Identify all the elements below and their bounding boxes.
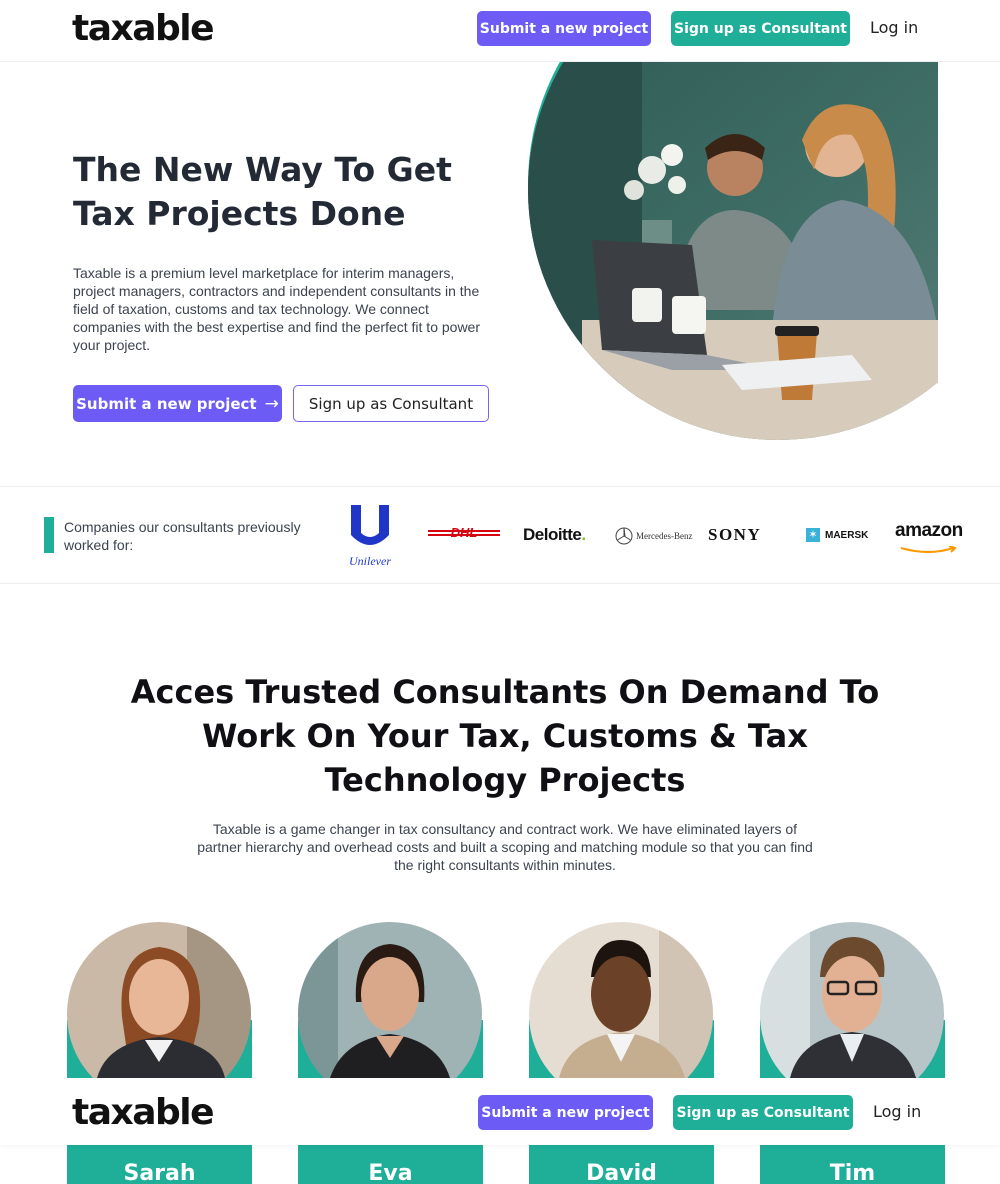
submit-project-button[interactable]: Submit a new project xyxy=(478,1095,653,1130)
maersk-logo: ✶ MAERSK xyxy=(806,528,868,542)
hero-title-line1: The New Way To Get xyxy=(73,150,452,189)
strip-accent-bar xyxy=(44,517,54,553)
hero-submit-label: Submit a new project xyxy=(76,394,257,413)
mercedes-star-icon xyxy=(615,527,633,545)
section-title-line2: Work On Your Tax, Customs & Tax xyxy=(202,717,808,755)
submit-project-button[interactable]: Submit a new project xyxy=(477,11,651,46)
consultant-name: Tim xyxy=(760,1144,945,1184)
taxable-logo[interactable]: taxable xyxy=(72,1092,215,1133)
hero-signup-consultant-button[interactable]: Sign up as Consultant xyxy=(293,385,489,422)
companies-label: Companies our consultants previously wor… xyxy=(64,519,301,553)
mercedes-wordmark: Mercedes-Benz xyxy=(636,531,693,541)
signup-consultant-button[interactable]: Sign up as Consultant xyxy=(671,11,850,46)
section-title-line3: Technology Projects xyxy=(324,761,686,799)
consultant-photo xyxy=(529,922,714,1078)
hero-submit-project-button[interactable]: Submit a new project → xyxy=(73,385,282,422)
arrow-right-icon: → xyxy=(264,393,279,414)
consultant-name: David xyxy=(529,1144,714,1184)
consultant-name: Eva xyxy=(298,1144,483,1184)
consultant-name: Sarah xyxy=(67,1144,252,1184)
section-title-line1: Acces Trusted Consultants On Demand To xyxy=(130,673,880,711)
hero-title-line2: Tax Projects Done xyxy=(73,194,406,233)
deloitte-wordmark: Deloitte xyxy=(523,525,582,544)
consultant-photo xyxy=(298,922,483,1078)
maersk-wordmark: MAERSK xyxy=(825,529,869,541)
companies-strip: Companies our consultants previously wor… xyxy=(0,486,1000,584)
deloitte-logo: Deloitte. xyxy=(523,525,586,545)
taxable-logo[interactable]: taxable xyxy=(72,8,215,49)
maersk-star-icon: ✶ xyxy=(806,528,820,542)
dhl-wordmark: DHL xyxy=(451,525,478,539)
section-description: Taxable is a game changer in tax consult… xyxy=(197,821,813,873)
amazon-wordmark: amazon xyxy=(895,520,963,541)
sony-logo: SONY xyxy=(708,525,762,544)
unilever-logo: Unilever xyxy=(349,505,391,567)
sticky-navbar: taxable Submit a new project Sign up as … xyxy=(0,1083,1000,1145)
login-link[interactable]: Log in xyxy=(873,1102,921,1121)
unilever-wordmark: Unilever xyxy=(349,554,391,567)
dhl-logo: DHL xyxy=(428,525,500,539)
signup-consultant-button[interactable]: Sign up as Consultant xyxy=(673,1095,853,1130)
deloitte-dot: . xyxy=(581,525,586,544)
login-link[interactable]: Log in xyxy=(870,18,918,37)
consultant-photo xyxy=(760,922,945,1078)
mercedes-logo: Mercedes-Benz xyxy=(615,527,692,545)
hero-title: The New Way To Get Tax Projects Done xyxy=(73,148,493,236)
hero-description: Taxable is a premium level marketplace f… xyxy=(73,265,481,353)
hero-meeting-photo xyxy=(528,62,938,440)
amazon-logo: amazon xyxy=(895,520,965,554)
section-title: Acces Trusted Consultants On Demand To W… xyxy=(120,670,890,802)
consultant-photo xyxy=(67,922,252,1078)
amazon-smile-icon xyxy=(900,545,957,554)
